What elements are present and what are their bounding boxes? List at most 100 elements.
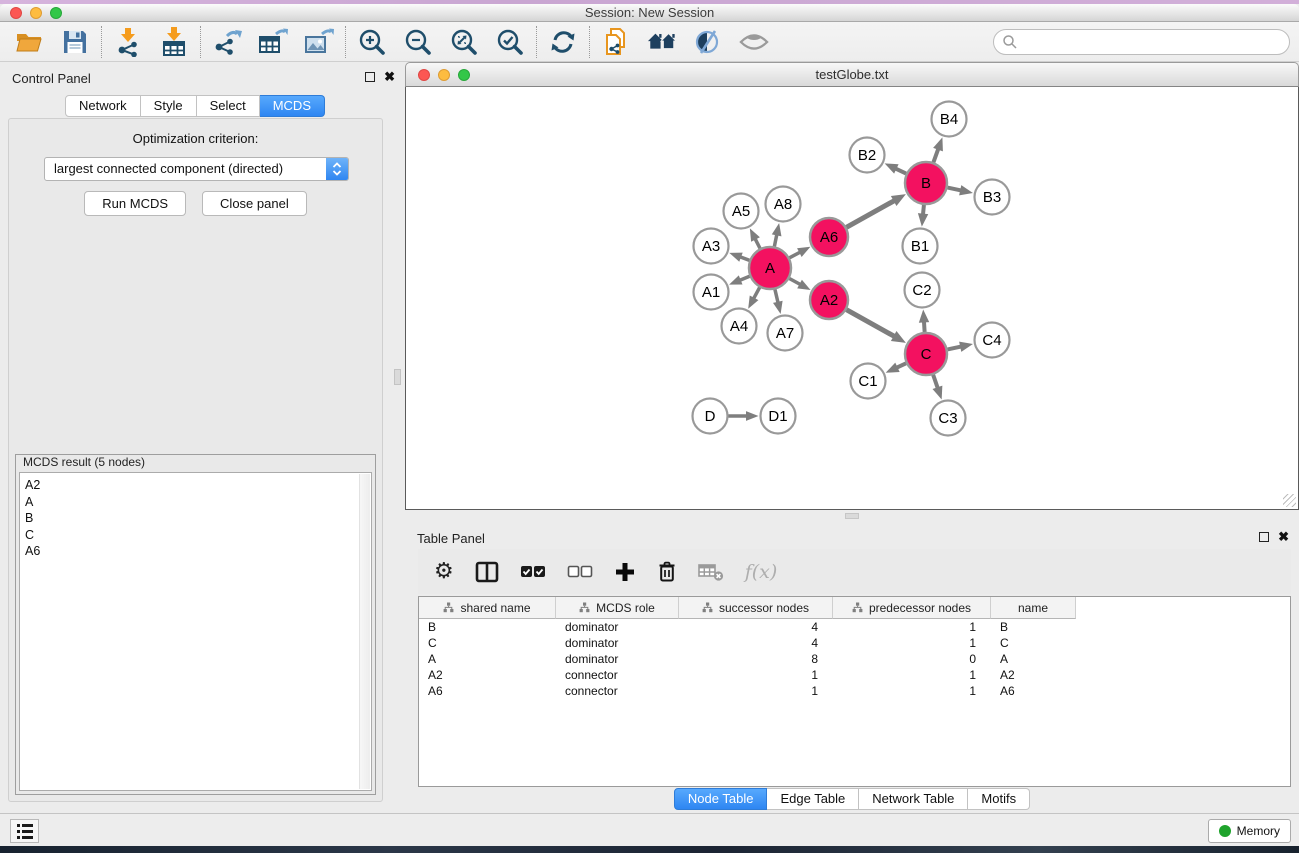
edge-B-B3[interactable] [948,188,962,191]
edge-B-B2[interactable] [895,168,906,173]
cell-successor-nodes[interactable]: 4 [679,619,833,635]
network-canvas[interactable]: B4B2BB3A5A8A6B1A3AA1A2C2A4A7C4CC1DD1C3 [405,87,1299,510]
show-graphics-details-icon[interactable] [739,27,769,57]
mcds-result-list[interactable]: A2ABCA6 [19,472,372,791]
open-file-icon[interactable] [14,27,44,57]
cell-shared-name[interactable]: C [419,635,556,651]
edge-C-C4[interactable] [948,346,962,349]
run-mcds-button[interactable]: Run MCDS [84,191,186,216]
edge-A6-B[interactable] [846,200,895,227]
mcds-result-item[interactable]: A2 [25,477,371,494]
close-table-panel-icon[interactable]: ✖ [1278,531,1289,543]
hide-graphics-details-icon[interactable] [693,27,723,57]
save-session-icon[interactable] [60,27,90,57]
memory-button[interactable]: Memory [1208,819,1291,843]
cell-shared-name[interactable]: A2 [419,667,556,683]
node-table[interactable]: shared nameMCDS rolesuccessor nodesprede… [418,596,1291,787]
export-image-icon[interactable] [304,27,334,57]
cell-mcds-role[interactable]: connector [556,667,679,683]
zoom-in-icon[interactable] [357,27,387,57]
tab-select[interactable]: Select [197,95,260,117]
task-history-button[interactable] [10,819,39,843]
cell-mcds-role[interactable]: dominator [556,635,679,651]
search-input[interactable] [1018,32,1289,52]
cell-successor-nodes[interactable]: 4 [679,635,833,651]
cell-successor-nodes[interactable]: 1 [679,683,833,699]
cell-mcds-role[interactable]: connector [556,683,679,699]
cell-successor-nodes[interactable]: 8 [679,651,833,667]
function-builder-icon[interactable]: f(x) [745,561,778,583]
cell-predecessor-nodes[interactable]: 1 [833,635,991,651]
edge-A-A5[interactable] [755,238,760,248]
network-minimize-button[interactable] [438,69,450,81]
tab-style[interactable]: Style [141,95,197,117]
import-table-icon[interactable] [159,27,189,57]
cell-predecessor-nodes[interactable]: 0 [833,651,991,667]
close-window-button[interactable] [10,7,22,19]
horizontal-splitter-handle[interactable] [845,513,859,519]
tab-edge-table[interactable]: Edge Table [767,788,859,810]
mcds-list-scrollbar[interactable] [359,474,370,789]
cell-shared-name[interactable]: A6 [419,683,556,699]
cell-predecessor-nodes[interactable]: 1 [833,683,991,699]
tab-network[interactable]: Network [65,95,141,117]
edge-A-A8[interactable] [774,234,777,247]
tab-network-table[interactable]: Network Table [859,788,968,810]
cell-mcds-role[interactable]: dominator [556,651,679,667]
tab-motifs[interactable]: Motifs [968,788,1030,810]
column-header-predecessor-nodes[interactable]: predecessor nodes [833,597,991,619]
table-row[interactable]: Adominator80A [419,651,1290,667]
zoom-selected-icon[interactable] [495,27,525,57]
vertical-splitter-handle[interactable] [394,369,401,385]
network-zoom-button[interactable] [458,69,470,81]
search-field[interactable] [993,29,1290,55]
tab-node-table[interactable]: Node Table [674,788,768,810]
edge-A-A3[interactable] [740,257,750,261]
minimize-window-button[interactable] [30,7,42,19]
cell-mcds-role[interactable]: dominator [556,619,679,635]
edge-B-B4[interactable] [933,148,938,162]
float-panel-icon[interactable] [365,72,375,82]
add-row-icon[interactable] [614,561,636,583]
resize-grip-icon[interactable] [1283,494,1296,507]
export-table-icon[interactable] [258,27,288,57]
column-header-shared-name[interactable]: shared name [419,597,556,619]
edge-A2-C[interactable] [846,310,895,337]
zoom-fit-icon[interactable] [449,27,479,57]
refresh-icon[interactable] [548,27,578,57]
mcds-result-item[interactable]: A6 [25,543,371,560]
zoom-out-icon[interactable] [403,27,433,57]
mcds-result-item[interactable]: A [25,494,371,511]
export-network-icon[interactable] [212,27,242,57]
import-network-icon[interactable] [113,27,143,57]
column-header-mcds-role[interactable]: MCDS role [556,597,679,619]
close-panel-button[interactable]: Close panel [202,191,307,216]
table-row[interactable]: Cdominator41C [419,635,1290,651]
cell-predecessor-nodes[interactable]: 1 [833,619,991,635]
new-network-from-selection-icon[interactable] [601,27,631,57]
edge-A-A4[interactable] [753,287,759,299]
edge-A-A6[interactable] [789,252,800,258]
criterion-dropdown[interactable]: largest connected component (directed) [44,157,349,181]
delete-table-icon[interactable] [698,562,724,582]
cell-name[interactable]: A [991,651,1076,667]
table-row[interactable]: A6connector11A6 [419,683,1290,699]
first-neighbors-icon[interactable] [647,27,677,57]
close-panel-icon[interactable]: ✖ [384,71,395,83]
edge-A-A1[interactable] [739,276,749,280]
zoom-window-button[interactable] [50,7,62,19]
delete-row-icon[interactable] [657,560,677,583]
table-settings-icon[interactable]: ⚙ [434,561,454,583]
column-header-name[interactable]: name [991,597,1076,619]
network-window-titlebar[interactable]: testGlobe.txt [405,62,1299,87]
tab-mcds[interactable]: MCDS [260,95,325,117]
mcds-result-item[interactable]: C [25,527,371,544]
column-header-successor-nodes[interactable]: successor nodes [679,597,833,619]
cell-successor-nodes[interactable]: 1 [679,667,833,683]
cell-predecessor-nodes[interactable]: 1 [833,667,991,683]
cell-name[interactable]: B [991,619,1076,635]
table-row[interactable]: A2connector11A2 [419,667,1290,683]
cell-name[interactable]: A2 [991,667,1076,683]
cell-name[interactable]: A6 [991,683,1076,699]
cell-shared-name[interactable]: A [419,651,556,667]
